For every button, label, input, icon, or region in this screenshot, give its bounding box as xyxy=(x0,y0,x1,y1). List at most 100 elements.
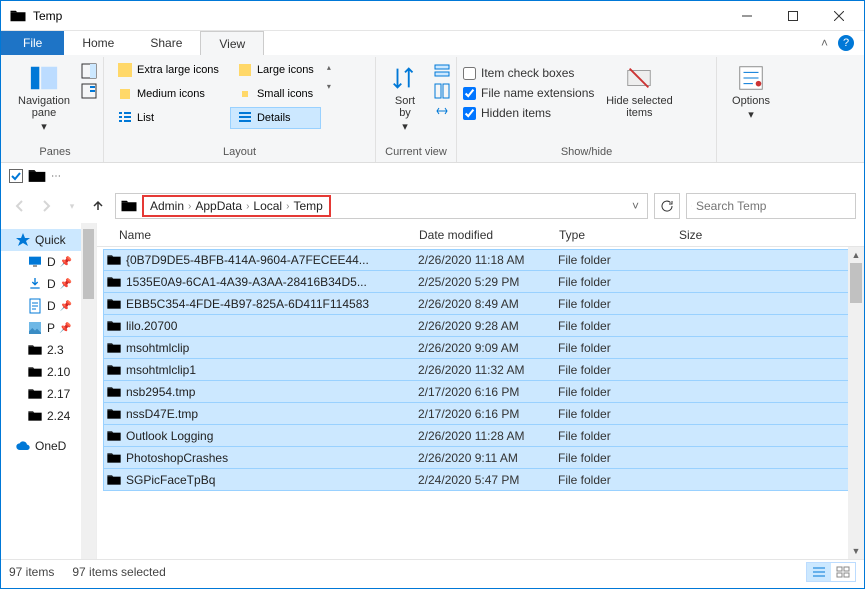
breadcrumb-item[interactable]: Admin xyxy=(150,199,184,213)
ribbon-group-current-view: Sort by ▾ Current view xyxy=(376,57,457,162)
panes-group-label: Panes xyxy=(13,144,97,160)
ribbon-group-options: Options ▾ xyxy=(717,57,785,162)
show-hide-label: Show/hide xyxy=(463,144,710,160)
folder-icon xyxy=(106,406,122,422)
layout-scroll-up-icon[interactable]: ▴ xyxy=(327,63,331,72)
breadcrumb-item[interactable]: Local xyxy=(253,199,282,213)
tab-share[interactable]: Share xyxy=(132,31,200,55)
column-header-size[interactable]: Size xyxy=(679,228,739,242)
chevron-down-icon: ▾ xyxy=(41,121,47,133)
folder-icon xyxy=(106,296,122,312)
refresh-button[interactable] xyxy=(654,193,680,219)
breadcrumb-item[interactable]: AppData xyxy=(195,199,242,213)
thumbnails-view-icon[interactable] xyxy=(831,563,855,581)
recent-dropdown[interactable]: ▾ xyxy=(61,195,83,217)
maximize-button[interactable] xyxy=(770,1,816,31)
row-name: Outlook Logging xyxy=(126,429,418,443)
minimize-button[interactable] xyxy=(724,1,770,31)
folder-icon xyxy=(106,274,122,290)
file-extensions-check[interactable]: File name extensions xyxy=(463,85,594,101)
layout-large[interactable]: Large icons xyxy=(230,59,321,81)
search-field[interactable] xyxy=(686,193,856,219)
sort-by-button[interactable]: Sort by ▾ xyxy=(382,59,428,133)
row-name: nsb2954.tmp xyxy=(126,385,418,399)
folder-icon xyxy=(106,252,122,268)
row-type: File folder xyxy=(558,297,678,311)
hide-selected-button[interactable]: Hide selected items xyxy=(600,59,678,119)
table-row[interactable]: SGPicFaceTpBq2/24/2020 5:47 PMFile folde… xyxy=(103,469,864,491)
hidden-items-check[interactable]: Hidden items xyxy=(463,105,594,121)
table-row[interactable]: EBB5C354-4FDE-4B97-825A-6D411F1145832/26… xyxy=(103,293,864,315)
column-header-name[interactable]: Name xyxy=(119,228,419,242)
address-field[interactable]: Admin› AppData› Local› Temp ˅ xyxy=(115,193,648,219)
preview-pane-icon[interactable] xyxy=(81,63,97,79)
qat-folder-icon[interactable] xyxy=(27,166,47,186)
layout-list[interactable]: List xyxy=(110,107,226,129)
layout-extra-large[interactable]: Extra large icons xyxy=(110,59,226,81)
breadcrumb-item[interactable]: Temp xyxy=(293,199,322,213)
item-checkboxes-check[interactable]: Item check boxes xyxy=(463,65,594,81)
details-view-icon[interactable] xyxy=(807,563,831,581)
chevron-down-icon: ▾ xyxy=(748,109,754,121)
row-name: msohtmlclip1 xyxy=(126,363,418,377)
tab-home[interactable]: Home xyxy=(64,31,132,55)
row-date: 2/26/2020 11:32 AM xyxy=(418,363,558,377)
options-button[interactable]: Options ▾ xyxy=(723,59,779,121)
address-dropdown-icon[interactable]: ˅ xyxy=(628,199,643,213)
column-header-date[interactable]: Date modified xyxy=(419,228,559,242)
search-icon xyxy=(691,199,692,213)
ribbon-group-layout: Extra large icons Large icons Medium ico… xyxy=(104,57,376,162)
row-name: msohtmlclip xyxy=(126,341,418,355)
table-row[interactable]: Outlook Logging2/26/2020 11:28 AMFile fo… xyxy=(103,425,864,447)
table-row[interactable]: {0B7D9DE5-4BFB-414A-9604-A7FECEE44...2/2… xyxy=(103,249,864,271)
list-scrollbar[interactable]: ▲ ▼ xyxy=(848,247,864,559)
select-all-checkbox[interactable] xyxy=(9,169,23,183)
window-folder-icon xyxy=(9,7,27,25)
group-by-icon[interactable] xyxy=(434,63,450,79)
row-date: 2/17/2020 6:16 PM xyxy=(418,407,558,421)
ribbon-collapse-icon[interactable]: ˄ xyxy=(821,36,828,50)
add-columns-icon[interactable] xyxy=(434,83,450,99)
table-row[interactable]: 1535E0A9-6CA1-4A39-A3AA-28416B34D5...2/2… xyxy=(103,271,864,293)
table-row[interactable]: nsb2954.tmp2/17/2020 6:16 PMFile folder xyxy=(103,381,864,403)
back-button[interactable] xyxy=(9,195,31,217)
close-button[interactable] xyxy=(816,1,862,31)
row-type: File folder xyxy=(558,275,678,289)
chevron-down-icon: ▾ xyxy=(402,121,408,133)
sidebar-scrollbar[interactable] xyxy=(81,223,96,559)
row-type: File folder xyxy=(558,385,678,399)
layout-medium[interactable]: Medium icons xyxy=(110,83,226,105)
scroll-up-icon[interactable]: ▲ xyxy=(848,247,864,263)
table-row[interactable]: nssD47E.tmp2/17/2020 6:16 PMFile folder xyxy=(103,403,864,425)
details-pane-icon[interactable] xyxy=(81,83,97,99)
chevron-right-icon: › xyxy=(282,201,293,212)
folder-icon xyxy=(106,428,122,444)
search-input[interactable] xyxy=(696,199,851,213)
size-columns-icon[interactable] xyxy=(434,103,450,119)
layout-scroll-down-icon[interactable]: ▾ xyxy=(327,82,331,91)
row-name: lilo.20700 xyxy=(126,319,418,333)
navigation-pane-button[interactable]: Navigation pane ▾ xyxy=(13,59,75,133)
table-row[interactable]: msohtmlclip12/26/2020 11:32 AMFile folde… xyxy=(103,359,864,381)
scroll-down-icon[interactable]: ▼ xyxy=(848,543,864,559)
options-label: Options xyxy=(732,95,770,107)
row-date: 2/25/2020 5:29 PM xyxy=(418,275,558,289)
tab-file[interactable]: File xyxy=(1,31,64,55)
table-row[interactable]: lilo.207002/26/2020 9:28 AMFile folder xyxy=(103,315,864,337)
navigation-pane-label: Navigation pane xyxy=(18,95,70,119)
table-row[interactable]: PhotoshopCrashes2/26/2020 9:11 AMFile fo… xyxy=(103,447,864,469)
layout-small[interactable]: Small icons xyxy=(230,83,321,105)
forward-button[interactable] xyxy=(35,195,57,217)
row-type: File folder xyxy=(558,407,678,421)
layout-details[interactable]: Details xyxy=(230,107,321,129)
folder-icon xyxy=(106,384,122,400)
row-date: 2/26/2020 11:28 AM xyxy=(418,429,558,443)
help-icon[interactable]: ? xyxy=(838,35,854,51)
tab-view[interactable]: View xyxy=(200,31,264,55)
row-date: 2/26/2020 11:18 AM xyxy=(418,253,558,267)
table-row[interactable]: msohtmlclip2/26/2020 9:09 AMFile folder xyxy=(103,337,864,359)
quick-access-row: ⋯ xyxy=(1,163,864,189)
column-header-type[interactable]: Type xyxy=(559,228,679,242)
up-button[interactable] xyxy=(87,195,109,217)
qat-overflow-icon[interactable]: ⋯ xyxy=(51,171,61,182)
